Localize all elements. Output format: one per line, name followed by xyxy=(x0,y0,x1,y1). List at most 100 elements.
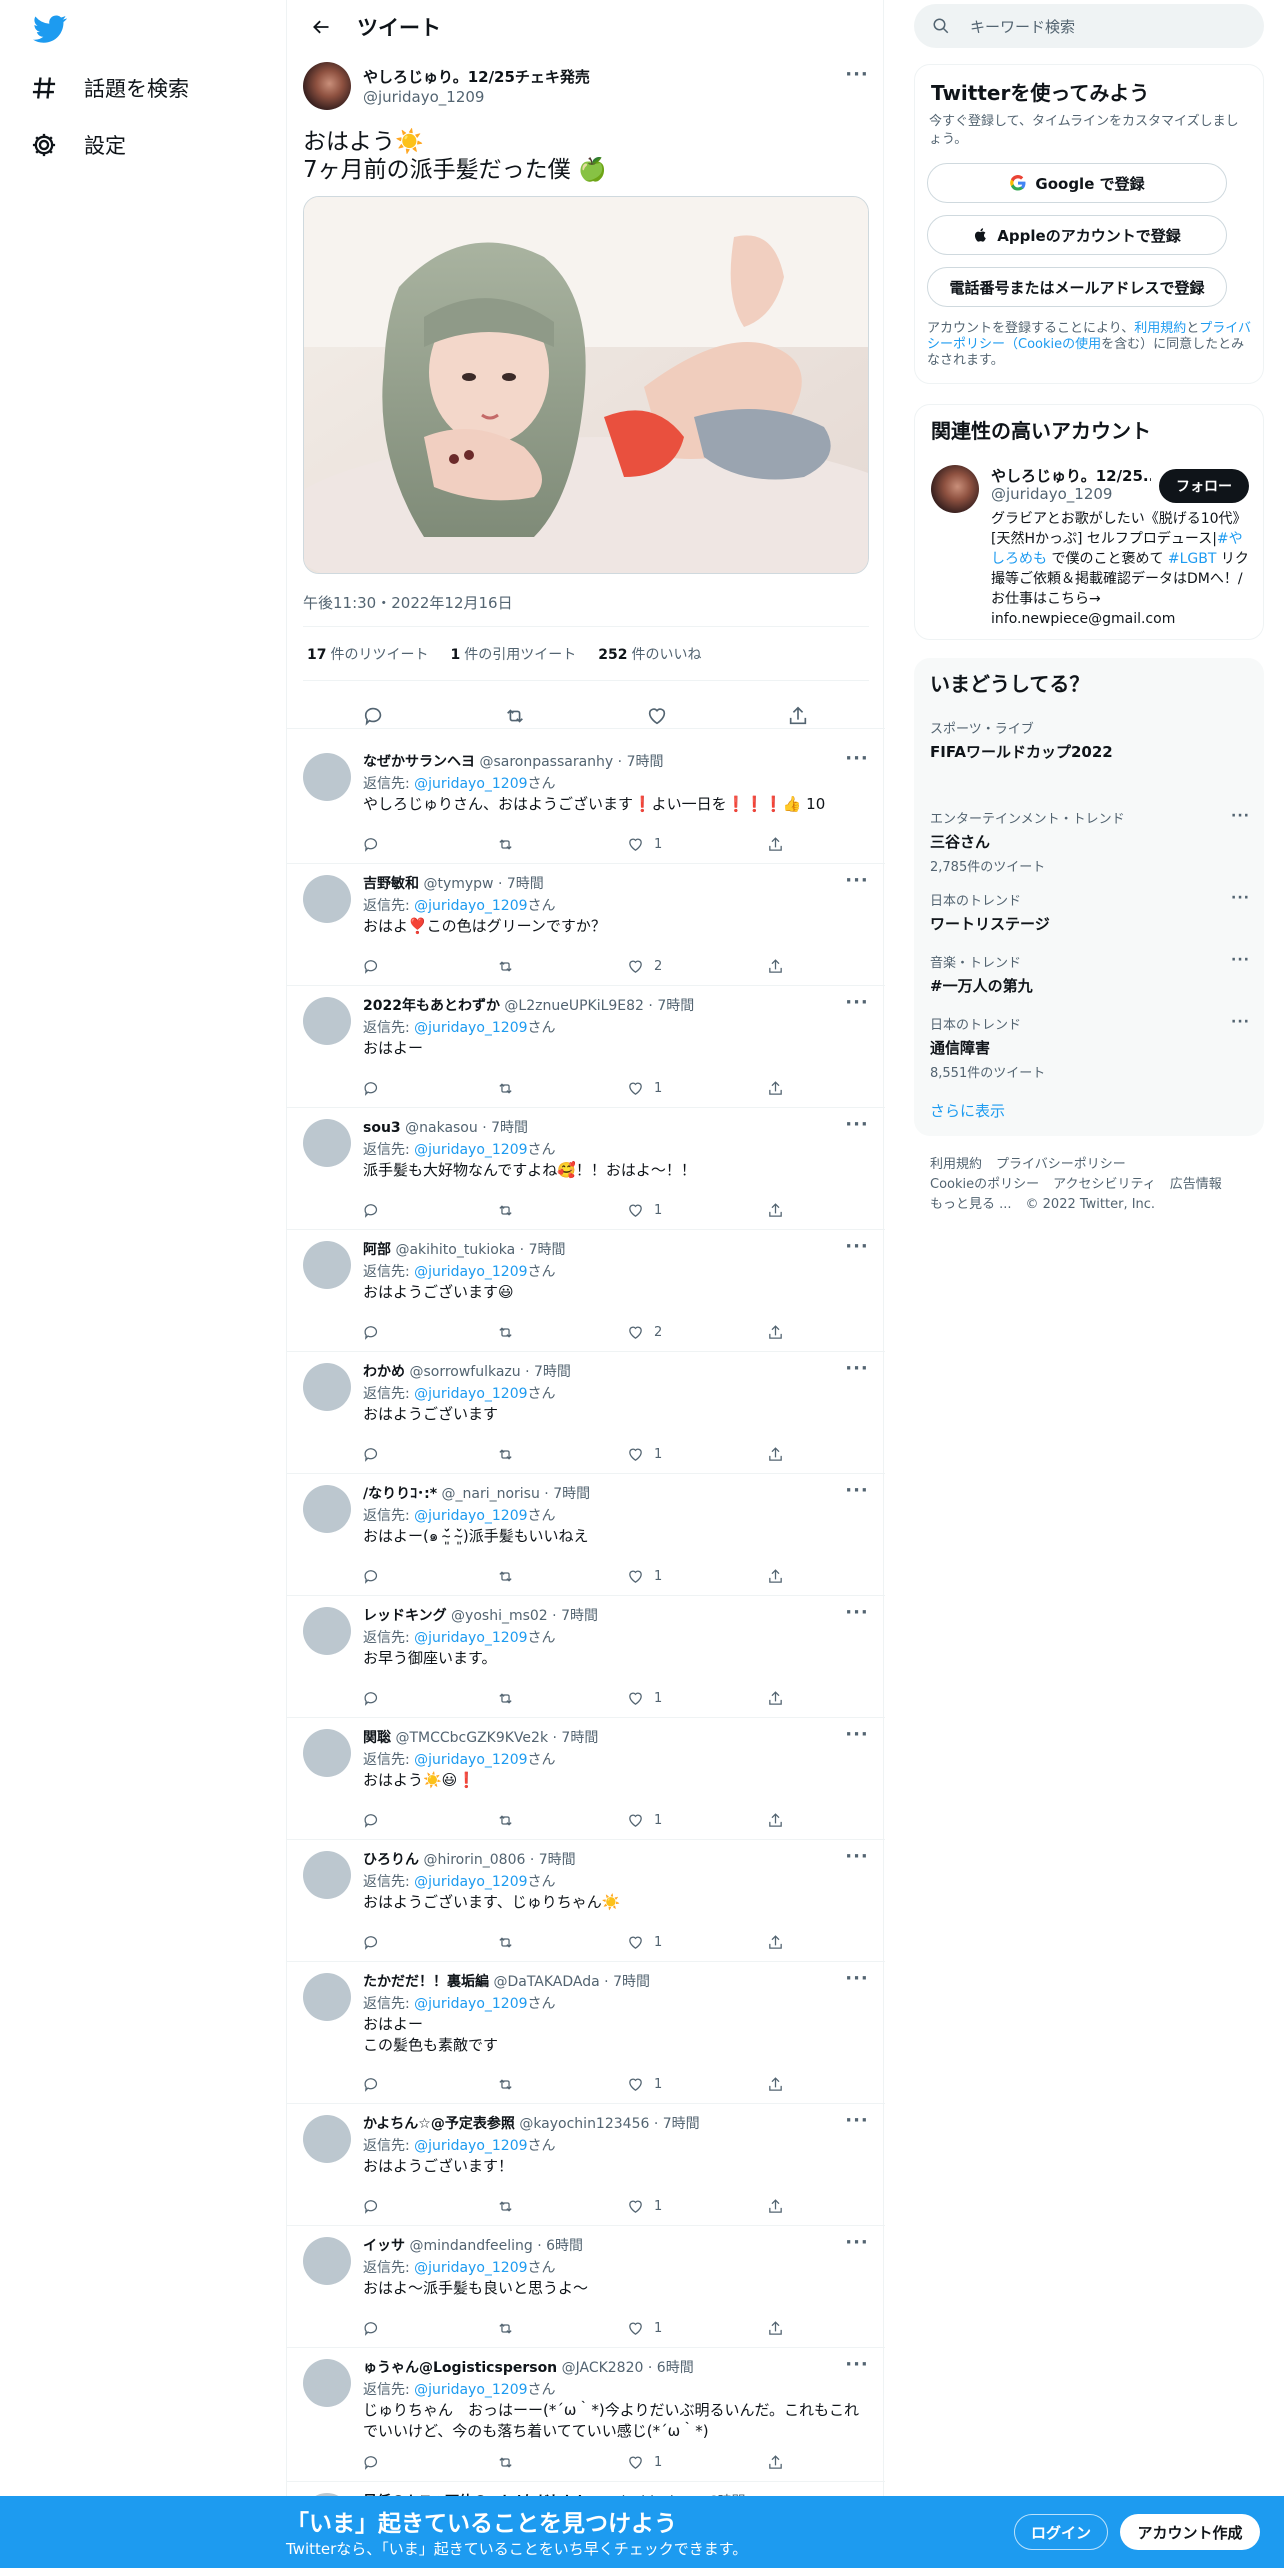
reply-tweet[interactable]: レッドキング @yoshi_ms02 · 7時間 ··· 返信先: @juriday… xyxy=(287,1596,885,1718)
reply-icon[interactable] xyxy=(363,1934,380,1951)
avatar[interactable] xyxy=(303,2237,351,2285)
reply-author-name[interactable]: わかめ xyxy=(363,1364,405,1380)
related-handle[interactable]: @juridayo_1209 xyxy=(991,485,1112,503)
reply-to-link[interactable]: @juridayo_1209 xyxy=(414,2382,527,2398)
like-button[interactable]: 2 xyxy=(627,1324,662,1341)
like-count[interactable]: 252 件のいいね xyxy=(598,644,701,664)
more-icon[interactable]: ··· xyxy=(845,2110,869,2131)
more-icon[interactable]: ··· xyxy=(845,992,869,1013)
twitter-logo-icon[interactable] xyxy=(30,12,70,46)
reply-time[interactable]: 7時間 xyxy=(613,1974,650,1990)
more-icon[interactable]: ··· xyxy=(1231,952,1250,968)
reply-author-name[interactable]: 関聡 xyxy=(363,1730,391,1746)
tweet-timestamp[interactable]: 午後11:30・2022年12月16日 xyxy=(303,592,513,613)
more-icon[interactable]: ··· xyxy=(845,1358,869,1379)
nav-explore[interactable]: 話題を検索 xyxy=(30,60,189,116)
reply-author-handle[interactable]: @mindandfeeling xyxy=(409,2238,532,2254)
reply-to-link[interactable]: @juridayo_1209 xyxy=(414,776,527,792)
more-icon[interactable]: ··· xyxy=(845,1602,869,1623)
reply-time[interactable]: 7時間 xyxy=(663,2116,700,2132)
follow-button[interactable]: フォロー xyxy=(1159,469,1249,503)
like-button[interactable]: 1 xyxy=(627,1690,662,1707)
trend-item[interactable]: 日本のトレンド ワートリステージ ··· xyxy=(930,890,1250,934)
footer-more[interactable]: もっと見る ... xyxy=(930,1197,1012,1212)
retweet-icon[interactable] xyxy=(497,1202,514,1219)
reply-tweet[interactable]: /なりりｺ･:* @_nari_norisu · 7時間 ··· 返信先: @jur… xyxy=(287,1474,885,1596)
reply-time[interactable]: 7時間 xyxy=(534,1364,571,1380)
like-button[interactable]: 1 xyxy=(627,2320,662,2337)
more-icon[interactable]: ··· xyxy=(845,748,869,769)
reply-author-handle[interactable]: @JACK2820 xyxy=(562,2360,644,2376)
avatar[interactable] xyxy=(303,1363,351,1411)
like-button[interactable]: 1 xyxy=(627,836,662,853)
reply-icon[interactable] xyxy=(363,1080,380,1097)
reply-to-link[interactable]: @juridayo_1209 xyxy=(414,2260,527,2276)
author-name[interactable]: やしろじゅり。12/25チェキ発売 xyxy=(363,66,590,87)
reply-icon[interactable] xyxy=(363,2320,380,2337)
more-icon[interactable]: ··· xyxy=(1231,890,1250,906)
reply-tweet[interactable]: 2022年もあとわずか @L2znueUPKiL9E82 · 7時間 ··· 返信先… xyxy=(287,986,885,1108)
footer-accessibility[interactable]: アクセシビリティ xyxy=(1053,1177,1156,1192)
reply-to-link[interactable]: @juridayo_1209 xyxy=(414,1630,527,1646)
reply-tweet[interactable]: sou3 @nakasou · 7時間 ··· 返信先: @juridayo_120… xyxy=(287,1108,885,1230)
footer-ads[interactable]: 広告情報 xyxy=(1170,1177,1222,1192)
reply-time[interactable]: 7時間 xyxy=(491,1120,528,1136)
reply-icon[interactable] xyxy=(363,1202,380,1219)
avatar[interactable] xyxy=(303,1973,351,2021)
avatar[interactable] xyxy=(303,1851,351,1899)
more-icon[interactable]: ··· xyxy=(845,1114,869,1135)
reply-icon[interactable] xyxy=(363,1690,380,1707)
reply-tweet[interactable]: ゅうゃん@Logisticsperson @JACK2820 · 6時間 ··· 返… xyxy=(287,2348,885,2482)
share-icon[interactable] xyxy=(767,1202,784,1219)
share-icon[interactable] xyxy=(787,705,809,727)
retweet-icon[interactable] xyxy=(497,1080,514,1097)
reply-author-handle[interactable]: @TMCCbcGZK9KVe2k xyxy=(395,1730,548,1746)
reply-time[interactable]: 7時間 xyxy=(561,1730,598,1746)
reply-time[interactable]: 7時間 xyxy=(553,1486,590,1502)
avatar[interactable] xyxy=(303,1241,351,1289)
footer-privacy[interactable]: プライバシーポリシー xyxy=(996,1157,1126,1172)
reply-icon[interactable] xyxy=(363,2454,380,2471)
reply-author-name[interactable]: ひろりん xyxy=(363,1852,419,1868)
share-icon[interactable] xyxy=(767,2454,784,2471)
avatar[interactable] xyxy=(303,2359,351,2407)
reply-tweet[interactable]: 吉野敏和 @tymypw · 7時間 ··· 返信先: @juridayo_1209… xyxy=(287,864,885,986)
retweet-icon[interactable] xyxy=(497,2198,514,2215)
search-box[interactable]: キーワード検索 xyxy=(914,4,1264,48)
share-icon[interactable] xyxy=(767,2198,784,2215)
share-icon[interactable] xyxy=(767,1446,784,1463)
cookie-link[interactable]: （Cookieの使用 xyxy=(1005,337,1101,352)
reply-icon[interactable] xyxy=(363,1446,380,1463)
retweet-icon[interactable] xyxy=(497,1934,514,1951)
retweet-icon[interactable] xyxy=(497,1812,514,1829)
reply-tweet[interactable]: わかめ @sorrowfulkazu · 7時間 ··· 返信先: @juriday… xyxy=(287,1352,885,1474)
reply-to-link[interactable]: @juridayo_1209 xyxy=(414,1874,527,1890)
reply-to-link[interactable]: @juridayo_1209 xyxy=(414,2138,527,2154)
reply-tweet[interactable]: かよちん☆@予定表参照 @kayochin123456 · 7時間 ··· 返信先:… xyxy=(287,2104,885,2226)
more-icon[interactable]: ··· xyxy=(1231,1014,1250,1030)
reply-author-name[interactable]: かよちん☆@予定表参照 xyxy=(363,2116,515,2132)
reply-time[interactable]: 6時間 xyxy=(546,2238,583,2254)
reply-to-link[interactable]: @juridayo_1209 xyxy=(414,1752,527,1768)
reply-author-handle[interactable]: @yoshi_ms02 xyxy=(451,1608,548,1624)
more-icon[interactable]: ··· xyxy=(845,2354,869,2375)
retweet-icon[interactable] xyxy=(497,1446,514,1463)
retweet-icon[interactable] xyxy=(497,2076,514,2093)
reply-author-handle[interactable]: @nakasou xyxy=(405,1120,478,1136)
reply-author-name[interactable]: /なりりｺ･:* xyxy=(363,1486,437,1502)
reply-time[interactable]: 6時間 xyxy=(657,2360,694,2376)
terms-link[interactable]: 利用規約 xyxy=(1134,321,1186,336)
reply-to-link[interactable]: @juridayo_1209 xyxy=(414,1020,527,1036)
trend-item[interactable]: 日本のトレンド 通信障害 8,551件のツイート ··· xyxy=(930,1014,1250,1081)
retweet-icon[interactable] xyxy=(497,958,514,975)
share-icon[interactable] xyxy=(767,2320,784,2337)
reply-author-name[interactable]: レッドキング xyxy=(363,1608,447,1624)
reply-icon[interactable] xyxy=(363,2198,380,2215)
reply-icon[interactable] xyxy=(363,1568,380,1585)
show-more-link[interactable]: さらに表示 xyxy=(930,1100,1005,1121)
reply-author-name[interactable]: 吉野敏和 xyxy=(363,876,419,892)
reply-author-name[interactable]: 阿部 xyxy=(363,1242,391,1258)
reply-tweet[interactable]: 阿部 @akihito_tukioka · 7時間 ··· 返信先: @jurida… xyxy=(287,1230,885,1352)
retweet-icon[interactable] xyxy=(497,1324,514,1341)
author-handle[interactable]: @juridayo_1209 xyxy=(363,88,484,106)
